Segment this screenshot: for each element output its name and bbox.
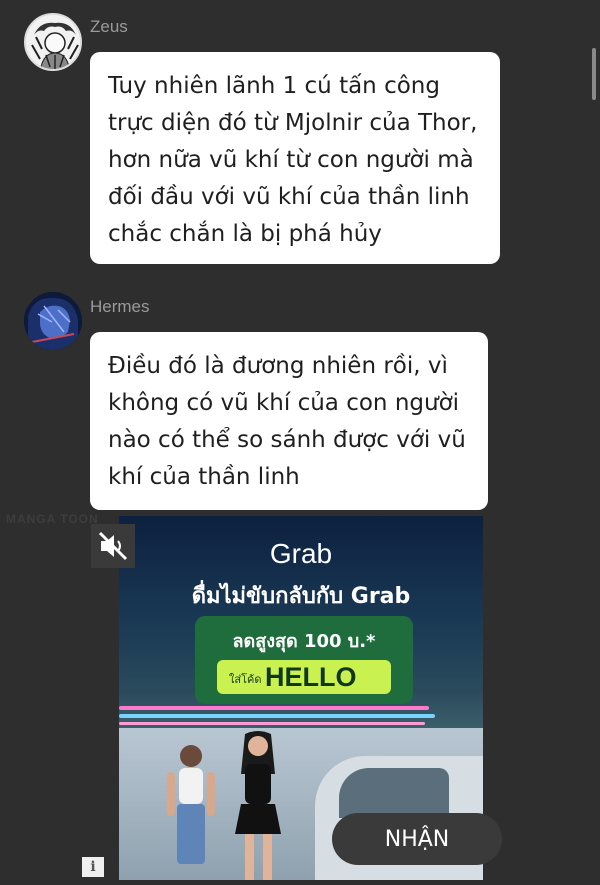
mute-button[interactable] xyxy=(91,524,135,568)
sender-name-hermes: Hermes xyxy=(90,297,150,316)
neon-stripe xyxy=(119,706,429,710)
promo-code: HELLO xyxy=(265,662,357,692)
ad-headline: ดื่มไม่ขับกลับกับ Grab xyxy=(191,584,411,609)
watermark: MANGA TOON xyxy=(6,512,99,526)
neon-stripe xyxy=(119,722,425,725)
sender-name-zeus: Zeus xyxy=(90,17,128,36)
scrollbar[interactable] xyxy=(592,48,596,100)
grab-logo: Grab xyxy=(269,538,333,569)
ad-car-window xyxy=(339,768,449,818)
neon-stripe xyxy=(119,714,435,718)
hermes-avatar-icon xyxy=(24,292,82,350)
promo-box: ลดสูงสุด 100 บ.* ใส่โค้ด HELLO xyxy=(195,616,413,704)
claim-button[interactable]: NHẬN xyxy=(332,813,502,865)
speaker-muted-icon xyxy=(98,531,128,561)
avatar-zeus[interactable] xyxy=(24,13,82,71)
message-bubble-zeus: Tuy nhiên lãnh 1 cú tấn công trực diện đ… xyxy=(90,52,500,264)
ad-person-left xyxy=(167,745,215,864)
avatar-hermes[interactable] xyxy=(24,292,82,350)
message-bubble-hermes: Điều đó là đương nhiên rồi, vì không có … xyxy=(90,332,488,510)
ad-person-right xyxy=(235,731,281,880)
promo-discount-text: ลดสูงสุด 100 บ.* xyxy=(232,631,376,652)
info-icon[interactable]: i xyxy=(82,857,104,877)
promo-code-prefix: ใส่โค้ด xyxy=(229,673,262,686)
zeus-avatar-icon xyxy=(26,15,80,69)
